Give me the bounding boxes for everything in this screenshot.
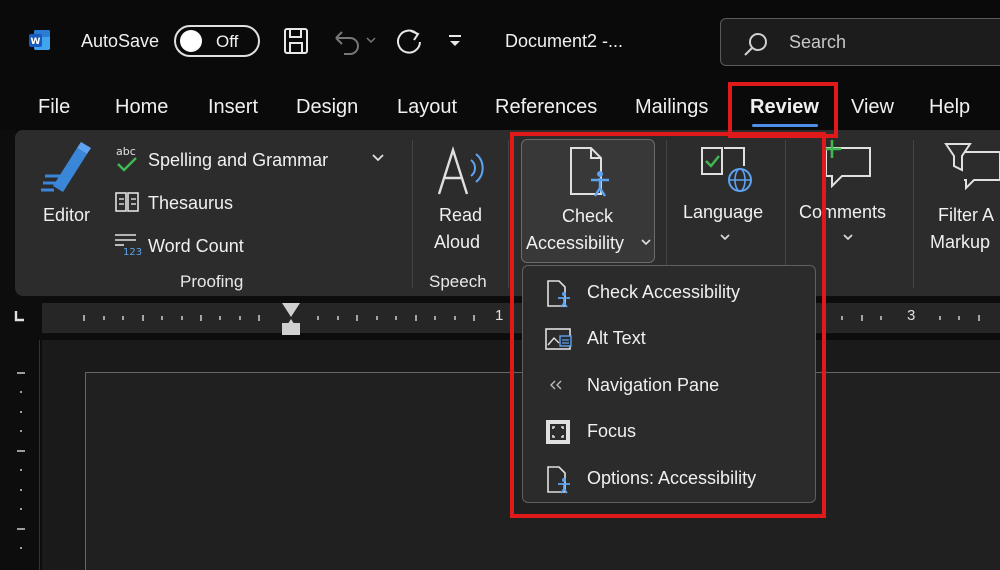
read-aloud-label-1[interactable]: Read	[439, 205, 482, 226]
search-input[interactable]: Search	[720, 18, 1000, 66]
tab-help[interactable]: Help	[929, 96, 970, 119]
proofing-group-label: Proofing	[180, 272, 244, 291]
review-tab-highlight	[728, 82, 838, 138]
thesaurus-button[interactable]: Thesaurus	[148, 193, 233, 214]
new-comment-icon[interactable]	[822, 140, 874, 188]
tab-insert[interactable]: Insert	[208, 96, 258, 119]
ruler-number-3: 3	[907, 307, 916, 324]
save-icon[interactable]	[282, 26, 310, 56]
speech-group-label: Speech	[429, 272, 487, 291]
read-aloud-label-2[interactable]: Aloud	[434, 232, 480, 253]
autosave-toggle[interactable]: Off	[174, 25, 260, 57]
accessibility-menu-highlight	[510, 132, 826, 518]
group-divider	[913, 140, 914, 288]
group-divider	[508, 140, 509, 288]
spelling-grammar-button[interactable]: Spelling and Grammar	[148, 150, 328, 171]
spelling-check-icon: abc	[116, 145, 137, 172]
thesaurus-icon	[115, 192, 139, 212]
tab-file[interactable]: File	[38, 96, 70, 119]
vertical-ruler[interactable]	[0, 340, 40, 570]
filter-markup-label-1[interactable]: Filter A	[938, 205, 994, 226]
search-icon	[744, 33, 767, 56]
svg-text:abc: abc	[116, 145, 136, 158]
ribbon-tabs: File Home Insert Design Layout Reference…	[0, 84, 1000, 130]
chevron-down-icon[interactable]	[843, 234, 853, 241]
word-logo-icon: W	[29, 30, 50, 50]
toggle-knob	[180, 30, 202, 52]
search-placeholder: Search	[789, 32, 847, 52]
tab-design[interactable]: Design	[296, 96, 358, 119]
editor-button[interactable]: Editor	[43, 205, 90, 226]
group-divider	[412, 140, 413, 288]
svg-text:W: W	[31, 37, 41, 47]
editor-icon[interactable]	[41, 142, 95, 198]
tab-view[interactable]: View	[851, 96, 894, 119]
customize-toolbar-icon[interactable]	[446, 34, 464, 48]
tab-home[interactable]: Home	[115, 96, 168, 119]
vertical-ruler-ticks	[17, 372, 25, 549]
tab-references[interactable]: References	[495, 96, 597, 119]
document-title[interactable]: Document2 -...	[505, 31, 623, 52]
word-count-button[interactable]: Word Count	[148, 236, 244, 257]
ruler-number-1: 1	[495, 307, 504, 324]
redo-icon[interactable]	[393, 26, 425, 58]
undo-icon[interactable]	[330, 26, 378, 56]
tab-layout[interactable]: Layout	[397, 96, 457, 119]
filter-markup-label-2[interactable]: Markup	[930, 232, 990, 253]
autosave-label: AutoSave	[81, 31, 160, 51]
tab-selector-icon[interactable]	[14, 310, 26, 322]
read-aloud-icon[interactable]	[435, 146, 487, 198]
svg-text:123: 123	[123, 247, 142, 256]
tab-mailings[interactable]: Mailings	[635, 96, 708, 119]
filter-markup-icon[interactable]	[944, 140, 1000, 190]
title-bar: W AutoSave Off Document2 -... Search	[0, 0, 1000, 84]
chevron-down-icon[interactable]	[372, 154, 384, 162]
word-count-icon: 123	[115, 234, 142, 256]
autosave-state: Off	[216, 32, 239, 51]
